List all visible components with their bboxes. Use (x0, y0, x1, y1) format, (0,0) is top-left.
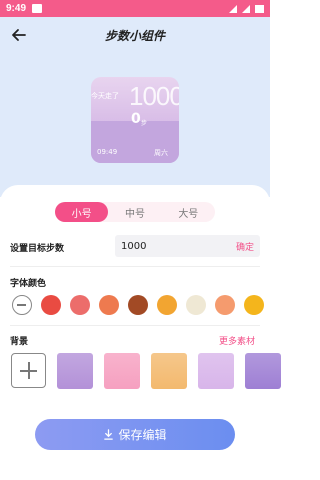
color-swatch[interactable] (70, 295, 90, 315)
download-icon (104, 429, 114, 440)
no-color-swatch[interactable] (12, 295, 32, 315)
notification-icon (32, 4, 43, 13)
color-swatch[interactable] (99, 295, 119, 315)
divider (10, 266, 260, 267)
back-arrow-icon[interactable] (10, 26, 28, 44)
battery-icon (255, 4, 264, 13)
page-title: 步数小组件 (104, 28, 165, 43)
save-edit-label: 保存编辑 (118, 428, 167, 442)
signal-icon (242, 4, 250, 13)
color-swatch[interactable] (128, 295, 148, 315)
widget-weekday: 周六 (154, 149, 168, 157)
goal-label: 设置目标步数 (10, 244, 65, 254)
goal-value[interactable]: 1000 (121, 241, 146, 252)
tab-medium[interactable]: 中号 (108, 202, 161, 222)
color-swatch[interactable] (41, 295, 61, 315)
more-materials-link[interactable]: 更多素材 (219, 334, 255, 347)
font-color-swatches (12, 295, 264, 315)
widget-clock: 09:49 (97, 148, 118, 156)
wifi-icon (229, 4, 237, 13)
background-label: 背景 (10, 337, 29, 347)
step-widget-preview: 1000 今天走了 0 步 09:49 周六 (91, 77, 179, 163)
save-edit-button[interactable]: 保存编辑 (35, 419, 235, 450)
status-icons (229, 4, 264, 13)
background-tile[interactable] (104, 353, 140, 389)
font-color-label: 字体颜色 (10, 279, 47, 289)
tab-large[interactable]: 大号 (162, 202, 215, 222)
color-swatch[interactable] (244, 295, 264, 315)
widget-steps: 0 (131, 111, 141, 127)
widget-unit: 步 (141, 120, 148, 127)
confirm-button[interactable]: 确定 (236, 240, 254, 253)
status-bar: 9:49 (0, 0, 270, 17)
tab-small[interactable]: 小号 (55, 202, 109, 222)
background-tile[interactable] (151, 353, 187, 389)
divider (10, 325, 260, 326)
add-background-button[interactable] (11, 353, 46, 388)
color-swatch[interactable] (186, 295, 206, 315)
background-tile[interactable] (57, 353, 93, 389)
widget-goal-number: 1000 (129, 81, 179, 111)
widget-label: 今天走了 (91, 92, 119, 100)
goal-input[interactable]: 1000 确定 (115, 235, 260, 257)
background-tile[interactable] (198, 353, 234, 389)
background-tiles (11, 353, 281, 389)
header: 步数小组件 (0, 20, 270, 50)
background-tile[interactable] (245, 353, 281, 389)
color-swatch[interactable] (157, 295, 177, 315)
size-tabs: 小号 中号 大号 (55, 202, 215, 222)
status-time: 9:49 (6, 3, 27, 14)
color-swatch[interactable] (215, 295, 235, 315)
